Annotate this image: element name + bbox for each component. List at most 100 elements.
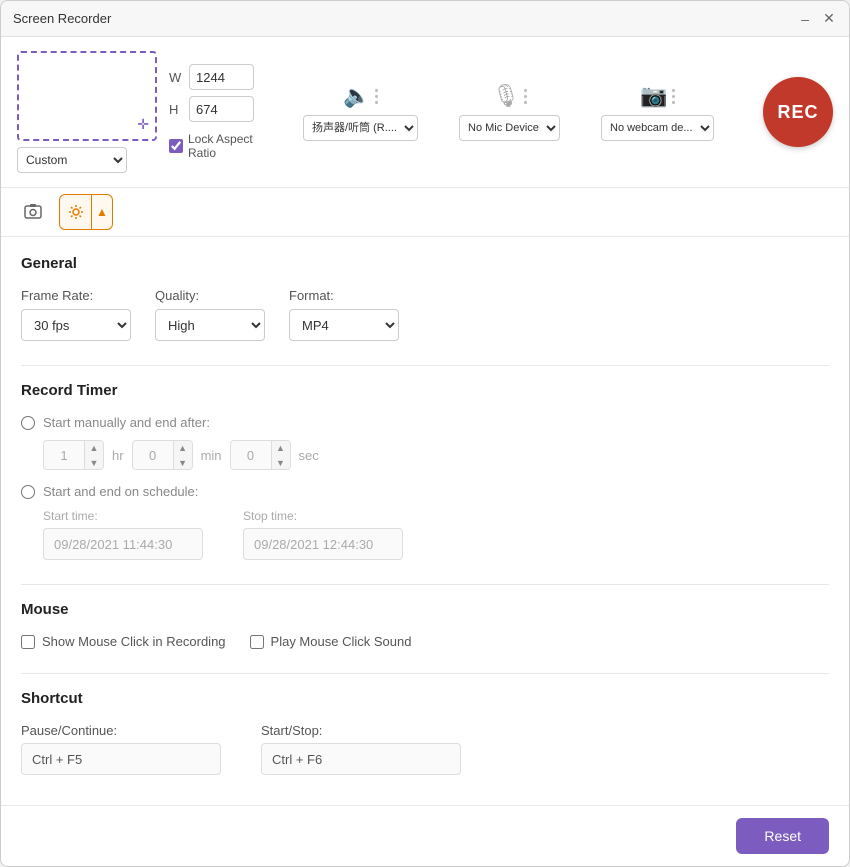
height-label: H bbox=[169, 102, 183, 117]
shortcut-title: Shortcut bbox=[21, 690, 829, 707]
gear-icon bbox=[68, 204, 84, 220]
format-select[interactable]: MP4 MOV AVI FLV bbox=[289, 309, 399, 341]
capture-preview[interactable]: ✛ bbox=[17, 51, 157, 141]
sec-unit: sec bbox=[299, 448, 319, 463]
mic-icon-row: 🎙 bbox=[492, 83, 527, 109]
quality-group: Quality: Low Medium High bbox=[155, 288, 265, 341]
speaker-icon: 🔈 bbox=[343, 83, 370, 109]
schedule-radio[interactable] bbox=[21, 485, 35, 499]
width-input[interactable] bbox=[189, 64, 254, 90]
window-title: Screen Recorder bbox=[13, 11, 797, 26]
settings-icon-part bbox=[60, 195, 92, 229]
sec-spin: ▲ ▼ bbox=[271, 440, 290, 470]
webcam-icon: 📷 bbox=[640, 83, 667, 109]
dimensions-area: W H Lock AspectRatio bbox=[169, 64, 254, 160]
show-click-item: Show Mouse Click in Recording bbox=[21, 634, 226, 649]
toolbar: ▲ bbox=[1, 188, 849, 237]
start-time-input[interactable] bbox=[43, 528, 203, 560]
window-controls: – ✕ bbox=[797, 11, 837, 27]
play-sound-item: Play Mouse Click Sound bbox=[250, 634, 412, 649]
mic-dots bbox=[524, 89, 527, 104]
footer: Reset bbox=[1, 805, 849, 866]
shortcut-row: Pause/Continue: Start/Stop: bbox=[21, 723, 829, 775]
show-click-label: Show Mouse Click in Recording bbox=[42, 634, 226, 649]
sec-input-wrap: ▲ ▼ bbox=[230, 440, 291, 470]
frame-rate-label: Frame Rate: bbox=[21, 288, 131, 303]
chevron-up-icon: ▲ bbox=[96, 205, 108, 219]
settings-chevron-part: ▲ bbox=[92, 195, 112, 229]
lock-aspect-checkbox[interactable] bbox=[169, 139, 183, 153]
hr-up-button[interactable]: ▲ bbox=[85, 440, 103, 455]
screenshot-icon bbox=[24, 203, 42, 221]
reset-button[interactable]: Reset bbox=[736, 818, 829, 854]
hr-spin: ▲ ▼ bbox=[84, 440, 103, 470]
height-input[interactable] bbox=[189, 96, 254, 122]
record-timer-section: Record Timer Start manually and end afte… bbox=[21, 382, 829, 560]
hr-input[interactable] bbox=[44, 440, 84, 470]
mic-icon: 🎙 bbox=[492, 83, 520, 109]
start-stop-input[interactable] bbox=[261, 743, 461, 775]
min-up-button[interactable]: ▲ bbox=[174, 440, 192, 455]
minimize-button[interactable]: – bbox=[797, 11, 813, 27]
speaker-device: 🔈 扬声器/听筒 (R.... bbox=[303, 83, 418, 141]
play-sound-label: Play Mouse Click Sound bbox=[271, 634, 412, 649]
quality-select[interactable]: Low Medium High bbox=[155, 309, 265, 341]
format-label: Format: bbox=[289, 288, 399, 303]
preset-select[interactable]: Custom Full Screen 720p 1080p bbox=[17, 147, 127, 173]
manual-radio[interactable] bbox=[21, 416, 35, 430]
schedule-radio-row: Start and end on schedule: bbox=[21, 484, 829, 499]
webcam-select[interactable]: No webcam de... bbox=[601, 115, 714, 141]
webcam-icon-row: 📷 bbox=[640, 83, 674, 109]
manual-radio-row: Start manually and end after: bbox=[21, 415, 829, 430]
settings-button[interactable]: ▲ bbox=[59, 194, 113, 230]
start-time-label: Start time: bbox=[43, 509, 203, 523]
mic-select[interactable]: No Mic Device bbox=[459, 115, 560, 141]
sec-input[interactable] bbox=[231, 440, 271, 470]
mouse-checkbox-row: Show Mouse Click in Recording Play Mouse… bbox=[21, 634, 829, 649]
pause-input[interactable] bbox=[21, 743, 221, 775]
crosshair-icon: ✛ bbox=[137, 116, 149, 133]
manual-radio-label: Start manually and end after: bbox=[43, 415, 210, 430]
webcam-dots bbox=[672, 89, 675, 104]
format-group: Format: MP4 MOV AVI FLV bbox=[289, 288, 399, 341]
general-settings-row: Frame Rate: 15 fps 20 fps 24 fps 30 fps … bbox=[21, 288, 829, 341]
sec-up-button[interactable]: ▲ bbox=[272, 440, 290, 455]
top-controls: ✛ Custom Full Screen 720p 1080p W H Lock… bbox=[1, 37, 849, 188]
webcam-device: 📷 No webcam de... bbox=[601, 83, 714, 141]
frame-rate-select[interactable]: 15 fps 20 fps 24 fps 30 fps 60 fps bbox=[21, 309, 131, 341]
speaker-dots bbox=[375, 89, 378, 104]
lock-row: Lock AspectRatio bbox=[169, 132, 254, 160]
stop-time-label: Stop time: bbox=[243, 509, 403, 523]
record-timer-title: Record Timer bbox=[21, 382, 829, 399]
start-time-group: Start time: bbox=[43, 509, 203, 560]
lock-aspect-label: Lock AspectRatio bbox=[188, 132, 253, 160]
show-click-checkbox[interactable] bbox=[21, 635, 35, 649]
width-label: W bbox=[169, 70, 183, 85]
shortcut-section: Shortcut Pause/Continue: Start/Stop: bbox=[21, 690, 829, 775]
frame-rate-group: Frame Rate: 15 fps 20 fps 24 fps 30 fps … bbox=[21, 288, 131, 341]
close-button[interactable]: ✕ bbox=[821, 11, 837, 27]
speaker-select[interactable]: 扬声器/听筒 (R.... bbox=[303, 115, 418, 141]
stop-time-group: Stop time: bbox=[243, 509, 403, 560]
mouse-title: Mouse bbox=[21, 601, 829, 618]
general-section: General Frame Rate: 15 fps 20 fps 24 fps… bbox=[21, 255, 829, 341]
rec-button[interactable]: REC bbox=[763, 77, 833, 147]
stop-time-input[interactable] bbox=[243, 528, 403, 560]
mic-device: 🎙 No Mic Device bbox=[459, 83, 560, 141]
title-bar: Screen Recorder – ✕ bbox=[1, 1, 849, 37]
hr-down-button[interactable]: ▼ bbox=[85, 455, 103, 470]
sec-down-button[interactable]: ▼ bbox=[272, 455, 290, 470]
timer-inputs-row: ▲ ▼ hr ▲ ▼ min ▲ ▼ bbox=[43, 440, 829, 470]
main-content: General Frame Rate: 15 fps 20 fps 24 fps… bbox=[1, 237, 849, 805]
av-controls: 🔈 扬声器/听筒 (R.... 🎙 No M bbox=[266, 83, 751, 141]
start-stop-group: Start/Stop: bbox=[261, 723, 461, 775]
play-sound-checkbox[interactable] bbox=[250, 635, 264, 649]
min-input[interactable] bbox=[133, 440, 173, 470]
screenshot-button[interactable] bbox=[15, 194, 51, 230]
min-input-wrap: ▲ ▼ bbox=[132, 440, 193, 470]
min-down-button[interactable]: ▼ bbox=[174, 455, 192, 470]
min-spin: ▲ ▼ bbox=[173, 440, 192, 470]
start-stop-label: Start/Stop: bbox=[261, 723, 461, 738]
schedule-radio-label: Start and end on schedule: bbox=[43, 484, 198, 499]
time-fields-row: Start time: Stop time: bbox=[43, 509, 829, 560]
